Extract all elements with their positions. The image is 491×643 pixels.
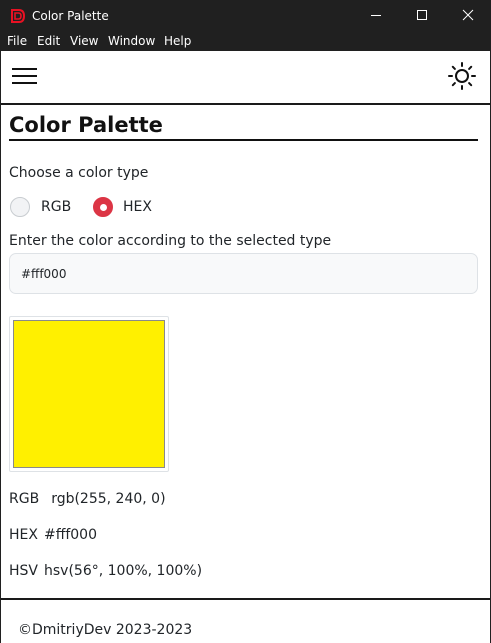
radio-hex[interactable] [93, 197, 113, 217]
menu-window[interactable]: Window [108, 34, 155, 48]
menu-help[interactable]: Help [164, 34, 191, 48]
hsv-value: hsv(56°, 100%, 100%) [44, 563, 203, 579]
color-preview-frame [9, 316, 169, 472]
footer-divider [1, 598, 490, 600]
rgb-value-row: RGB rgb(255, 240, 0) [9, 491, 166, 507]
rgb-value: rgb(255, 240, 0) [51, 491, 166, 507]
choose-color-type-label: Choose a color type [9, 165, 149, 181]
minimize-icon [371, 15, 381, 16]
hamburger-menu-icon[interactable] [12, 66, 38, 86]
color-preview-swatch [13, 320, 165, 468]
hex-value: #fff000 [43, 527, 97, 543]
dmitriydev-logo-icon [11, 9, 26, 23]
menu-edit[interactable]: Edit [37, 34, 60, 48]
color-input[interactable] [9, 253, 478, 294]
menu-file[interactable]: File [7, 34, 27, 48]
hex-label: HEX [9, 527, 38, 543]
hex-value-row: HEX #fff000 [9, 527, 97, 543]
radio-rgb-label[interactable]: RGB [41, 199, 71, 215]
sun-icon[interactable] [447, 61, 477, 91]
maximize-icon [417, 10, 427, 20]
menu-view[interactable]: View [70, 34, 98, 48]
maximize-button[interactable] [399, 0, 445, 31]
close-button[interactable] [445, 0, 491, 31]
radio-hex-label[interactable]: HEX [123, 199, 152, 215]
footer-copyright: ©DmitriyDev 2023-2023 [18, 622, 193, 638]
menu-bar: File Edit View Window Help [0, 31, 491, 51]
rgb-label: RGB [9, 491, 40, 507]
hsv-label: HSV [9, 563, 38, 579]
color-input-label: Enter the color according to the selecte… [9, 233, 332, 249]
app-header [1, 51, 490, 105]
app-content: Color Palette Choose a color type RGB HE… [1, 51, 490, 643]
title-bar: Color Palette [0, 0, 491, 31]
window-title: Color Palette [32, 9, 109, 23]
page-title: Color Palette [9, 112, 478, 141]
radio-rgb[interactable] [10, 197, 30, 217]
minimize-button[interactable] [353, 0, 399, 31]
hsv-value-row: HSV hsv(56°, 100%, 100%) [9, 563, 202, 579]
close-icon [462, 9, 474, 21]
